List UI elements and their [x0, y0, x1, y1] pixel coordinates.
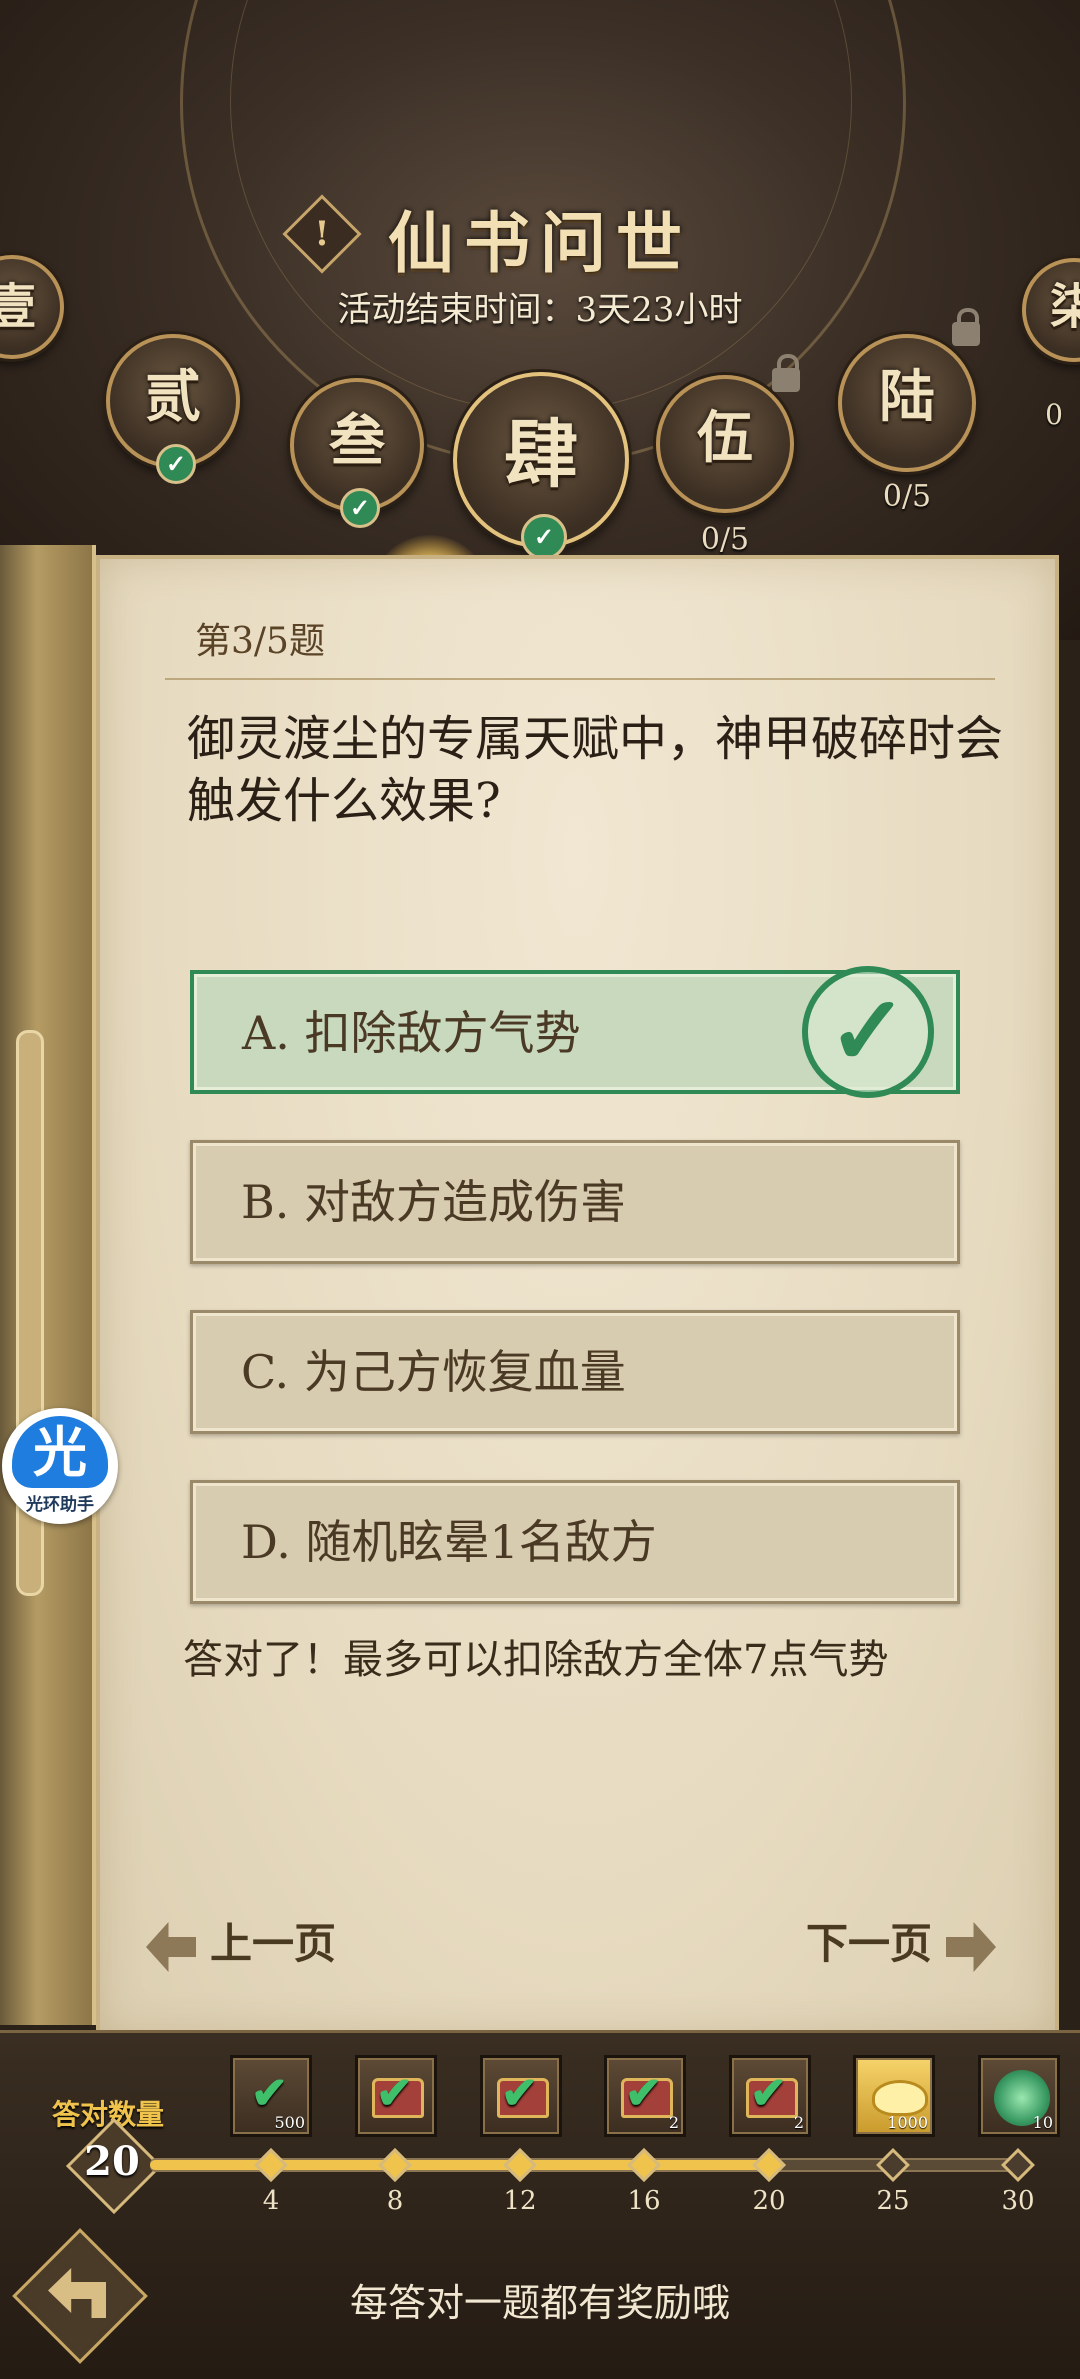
milestone-label: 12: [503, 2186, 537, 2216]
claimed-check-icon: ✔: [625, 2068, 662, 2119]
option-c-button[interactable]: C. 为己方恢复血量: [190, 1310, 960, 1434]
chapter-progress: 0/5: [882, 479, 932, 514]
option-d-button[interactable]: D. 随机眩晕1名敌方: [190, 1480, 960, 1604]
next-page-button[interactable]: 下一页: [806, 1910, 997, 1972]
option-label: A. 扣除敌方气势: [242, 1006, 581, 1060]
jade-check-icon: ✔: [251, 2068, 288, 2119]
chapter-medal-3[interactable]: 叁 ✓: [290, 378, 424, 528]
next-page-label: 下一页: [806, 1919, 933, 1968]
completed-check-icon: ✓: [156, 444, 196, 484]
arrow-left-icon: [146, 1922, 196, 1972]
divider: [165, 678, 995, 680]
reward-qty: 2: [793, 2113, 804, 2132]
gold-ingot-icon: [872, 2080, 928, 2116]
chapter-medal-7[interactable]: 柒 0: [1022, 258, 1080, 431]
chapter-medal-6[interactable]: 陆 0/5: [838, 334, 976, 514]
reward-box-16[interactable]: ✔ 2: [604, 2055, 686, 2137]
title-wrap: 仙书问世: [0, 190, 1080, 286]
helper-label: 光环助手: [26, 1495, 94, 1515]
reward-qty: 10: [1032, 2113, 1053, 2132]
reward-qty: 500: [274, 2113, 305, 2132]
footer-hint: 每答对一题都有奖励哦: [349, 2281, 730, 2325]
lock-icon: [772, 354, 800, 392]
option-b-button[interactable]: B. 对敌方造成伤害: [190, 1140, 960, 1264]
reward-box-4[interactable]: ✔ 500: [230, 2055, 312, 2137]
chapter-medal-4-current[interactable]: 肆 ✓: [453, 372, 629, 560]
milestone-label: 8: [386, 2186, 404, 2216]
option-label: D. 随机眩晕1名敌方: [241, 1515, 657, 1569]
option-label: B. 对敌方造成伤害: [241, 1175, 627, 1229]
correct-count-value: 20: [84, 2138, 140, 2185]
chapter-label: 伍: [697, 405, 753, 471]
answer-feedback: 答对了！最多可以扣除敌方全体7点气势: [183, 1637, 889, 1683]
claimed-check-icon: ✔: [501, 2068, 538, 2119]
claimed-check-icon: ✔: [750, 2068, 787, 2119]
question-text: 御灵渡尘的专属天赋中，神甲破碎时会触发什么效果?: [187, 711, 1004, 829]
page-title: 仙书问世: [388, 204, 692, 282]
event-end-time: 活动结束时间：3天23小时: [337, 290, 743, 330]
claimed-check-icon: ✔: [376, 2068, 413, 2119]
chapter-label: 贰: [145, 364, 201, 430]
arrow-right-icon: [946, 1922, 997, 1972]
reward-box-30[interactable]: 10: [978, 2055, 1060, 2137]
milestone-label: 4: [262, 2186, 280, 2216]
milestone-label: 25: [876, 2186, 910, 2216]
chapter-label: 叁: [329, 408, 385, 474]
prev-page-label: 上一页: [210, 1919, 337, 1968]
chapter-medal-2[interactable]: 贰 ✓: [106, 334, 240, 484]
milestone-label: 16: [627, 2186, 661, 2216]
reward-qty: 2: [668, 2113, 679, 2132]
prev-page-button[interactable]: 上一页: [146, 1910, 336, 1972]
milestone-label: 20: [752, 2186, 786, 2216]
helper-logo-icon: 光: [12, 1416, 108, 1488]
chapter-label: 壹: [0, 279, 36, 335]
lock-icon: [952, 308, 980, 346]
chapter-label: 肆: [504, 412, 578, 498]
reward-box-12[interactable]: ✔: [480, 2055, 562, 2137]
reward-qty: 1000: [887, 2113, 928, 2132]
chapter-medal-1[interactable]: 壹: [0, 255, 64, 359]
reward-box-20[interactable]: ✔ 2: [729, 2055, 811, 2137]
side-frame: [0, 545, 96, 2025]
completed-check-icon: ✓: [521, 514, 567, 560]
question-number: 第3/5题: [195, 621, 325, 662]
chapter-progress: 0: [1045, 398, 1063, 431]
reward-box-8[interactable]: ✔: [355, 2055, 437, 2137]
chapter-label: 柒: [1049, 279, 1080, 335]
milestone-label: 30: [1001, 2186, 1035, 2216]
correct-check-icon: ✓: [802, 966, 934, 1098]
chapter-medal-5[interactable]: 伍 0/5: [656, 375, 794, 557]
option-a-button[interactable]: A. 扣除敌方气势 ✓: [190, 966, 960, 1098]
floating-helper-button[interactable]: 光 光环助手: [2, 1408, 118, 1524]
completed-check-icon: ✓: [340, 488, 380, 528]
progress-fill: [150, 2160, 769, 2170]
option-label: C. 为己方恢复血量: [241, 1345, 626, 1399]
reward-box-25[interactable]: 1000: [853, 2055, 935, 2137]
